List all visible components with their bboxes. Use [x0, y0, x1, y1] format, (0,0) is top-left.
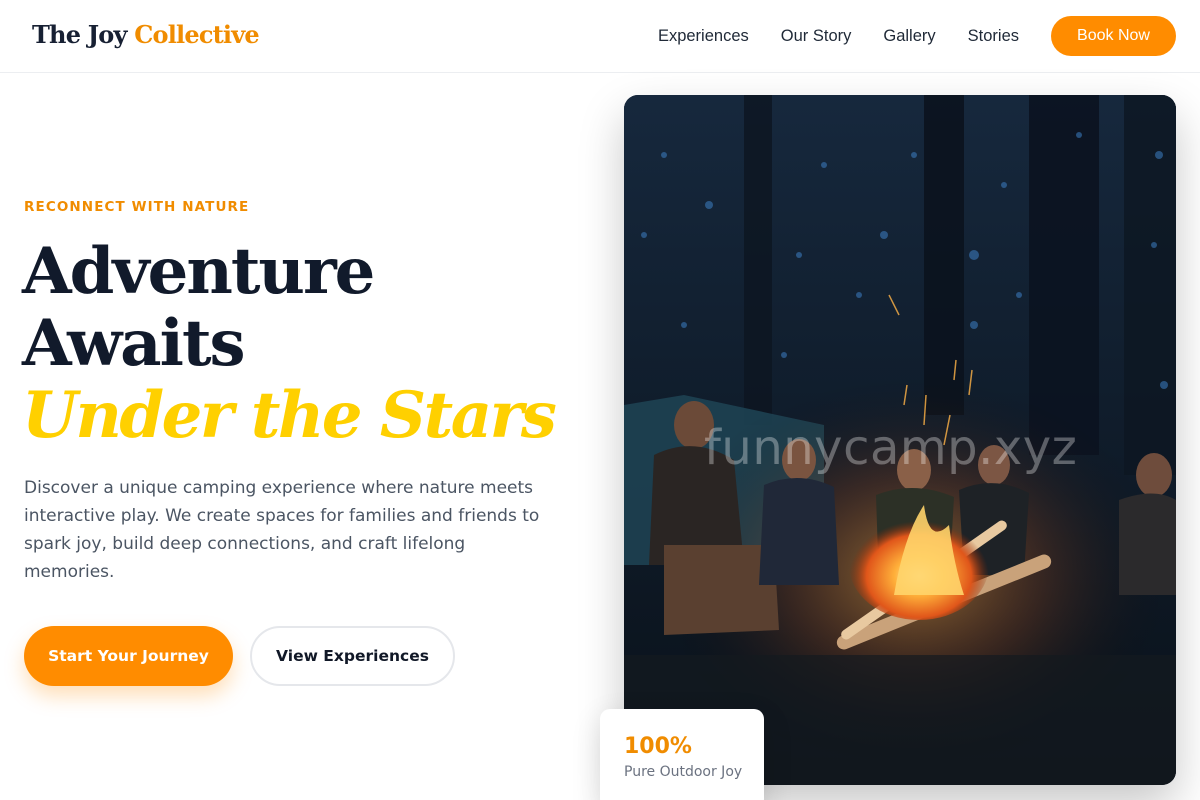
brand-name-part1: The Joy	[32, 20, 127, 49]
stat-value: 100%	[624, 734, 692, 759]
book-now-button[interactable]: Book Now	[1051, 16, 1176, 56]
nav-link-gallery[interactable]: Gallery	[883, 27, 935, 46]
brand-logo[interactable]: The Joy Collective	[32, 20, 260, 49]
stat-card: 100% Pure Outdoor Joy	[600, 709, 764, 800]
main-nav: Experiences Our Story Gallery Stories Bo…	[658, 16, 1176, 56]
site-header: The Joy Collective Experiences Our Story…	[0, 0, 1200, 73]
start-journey-button[interactable]: Start Your Journey	[24, 626, 233, 686]
nav-link-our-story[interactable]: Our Story	[781, 27, 852, 46]
hero-description: Discover a unique camping experience whe…	[24, 478, 540, 582]
campfire-photo: funnycamp.xyz	[624, 95, 1176, 785]
stat-label: Pure Outdoor Joy	[624, 764, 743, 780]
hero-headline: Adventure Awaits Under the Stars	[22, 234, 557, 453]
nav-link-experiences[interactable]: Experiences	[658, 27, 749, 46]
view-experiences-button[interactable]: View Experiences	[250, 626, 455, 686]
headline-line-1: Adventure	[22, 234, 375, 309]
headline-line-2: Awaits	[22, 306, 246, 381]
hero-eyebrow: RECONNECT WITH NATURE	[24, 199, 250, 215]
brand-name-part2: Collective	[134, 20, 259, 49]
image-watermark: funnycamp.xyz	[704, 420, 1078, 476]
headline-line-3: Under the Stars	[22, 378, 557, 453]
nav-link-stories[interactable]: Stories	[968, 27, 1019, 46]
